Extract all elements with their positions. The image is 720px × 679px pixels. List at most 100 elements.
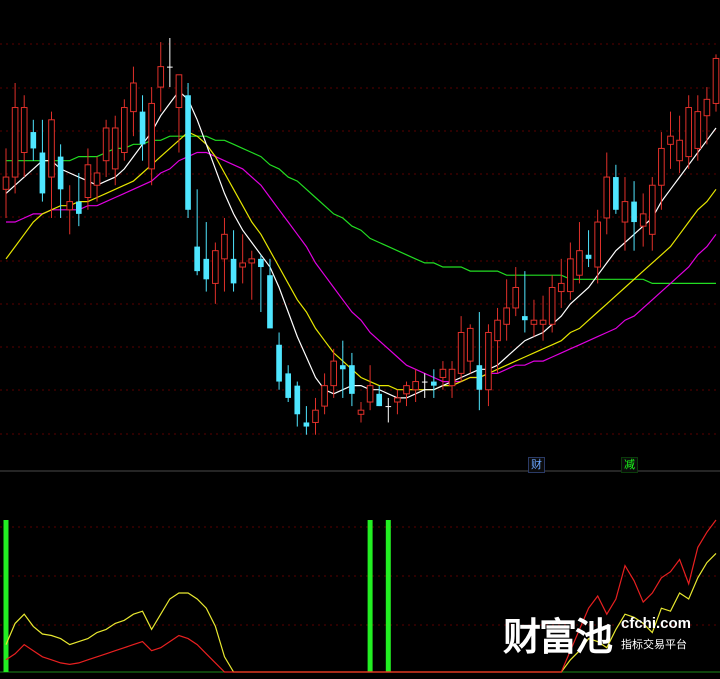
candle [376, 385, 383, 407]
cai-marker: 财 [528, 457, 545, 473]
candle [30, 119, 37, 161]
candle [412, 369, 419, 403]
candle [385, 397, 392, 423]
candle-body [258, 258, 264, 268]
candle-body [503, 307, 510, 325]
candle-body [548, 286, 556, 325]
jian-marker: 减 [621, 457, 638, 473]
candle [685, 95, 693, 169]
candle-body [648, 184, 656, 235]
candle-body [11, 107, 19, 178]
candle [121, 99, 128, 161]
candle [20, 95, 28, 178]
candle [139, 95, 146, 161]
candle [694, 95, 702, 161]
candle [221, 217, 228, 292]
candle [621, 177, 629, 251]
candle-body [321, 385, 328, 407]
candle [366, 365, 374, 411]
candle-body [357, 409, 365, 415]
candle-body [585, 254, 592, 259]
watermark-name: 财富池 [503, 615, 613, 659]
candle-body [522, 316, 528, 321]
candlesticks [2, 38, 720, 435]
candle-body [694, 111, 702, 149]
candle-body [485, 331, 492, 391]
candle-body [221, 233, 228, 260]
candle [203, 222, 210, 292]
candle [157, 42, 165, 112]
candle-body [421, 381, 428, 383]
candle [294, 381, 301, 427]
candle [285, 365, 292, 403]
candle [167, 38, 173, 88]
candle [457, 316, 465, 382]
candle-body [639, 213, 647, 227]
candle [548, 275, 556, 333]
candle [239, 234, 246, 284]
candle-body [303, 422, 310, 427]
candle-body [203, 258, 210, 280]
candle-body [285, 373, 292, 398]
candle [585, 230, 592, 268]
candle-body [57, 156, 64, 190]
candle [421, 373, 428, 398]
candle-body [139, 111, 146, 145]
candle-body [712, 57, 720, 104]
candle-body [603, 176, 611, 219]
candle-body [557, 282, 565, 293]
candle [703, 87, 711, 145]
candle-body [366, 385, 374, 403]
candle-body [93, 172, 101, 186]
candle [349, 352, 355, 407]
candle-body [439, 368, 447, 378]
candle-body [394, 397, 401, 403]
candle [39, 119, 46, 202]
candle-body [457, 331, 465, 374]
candle [185, 82, 191, 218]
candle [403, 381, 410, 407]
candle [312, 397, 319, 435]
candle-body [2, 176, 10, 190]
candle [712, 54, 720, 112]
candle-body [248, 258, 256, 264]
candle [476, 312, 483, 411]
candle-body [48, 119, 55, 178]
candle [557, 258, 565, 308]
candle [667, 111, 674, 169]
candle [430, 369, 437, 398]
candle-body [466, 327, 474, 362]
candle [66, 185, 74, 235]
candle-body [121, 107, 128, 154]
signal-bar [3, 520, 9, 672]
candle [512, 267, 520, 317]
candle-body [111, 127, 119, 170]
signal-bar [367, 520, 373, 672]
candle-body [30, 132, 37, 149]
candle-body [594, 221, 601, 268]
candle [676, 115, 683, 173]
candle [230, 230, 237, 292]
candle [102, 119, 110, 178]
candle-body [448, 368, 456, 387]
candle-body [476, 365, 483, 390]
candle-body [330, 360, 338, 387]
candle [258, 254, 264, 313]
candle-body [39, 152, 46, 194]
candle [148, 87, 155, 186]
candle [276, 332, 282, 390]
candle [530, 299, 538, 337]
candle-body [658, 147, 665, 186]
candle [48, 111, 55, 218]
candle [576, 222, 583, 284]
candle-body [175, 74, 183, 109]
watermark-url: cfchi.com [621, 615, 692, 632]
candle-body [148, 102, 155, 170]
candle-body [376, 393, 383, 407]
candle-body [185, 95, 191, 210]
candle-body [312, 409, 319, 423]
candle-body [130, 82, 137, 113]
candle-body [530, 319, 538, 325]
candle [267, 258, 273, 329]
candle-body [430, 381, 437, 386]
